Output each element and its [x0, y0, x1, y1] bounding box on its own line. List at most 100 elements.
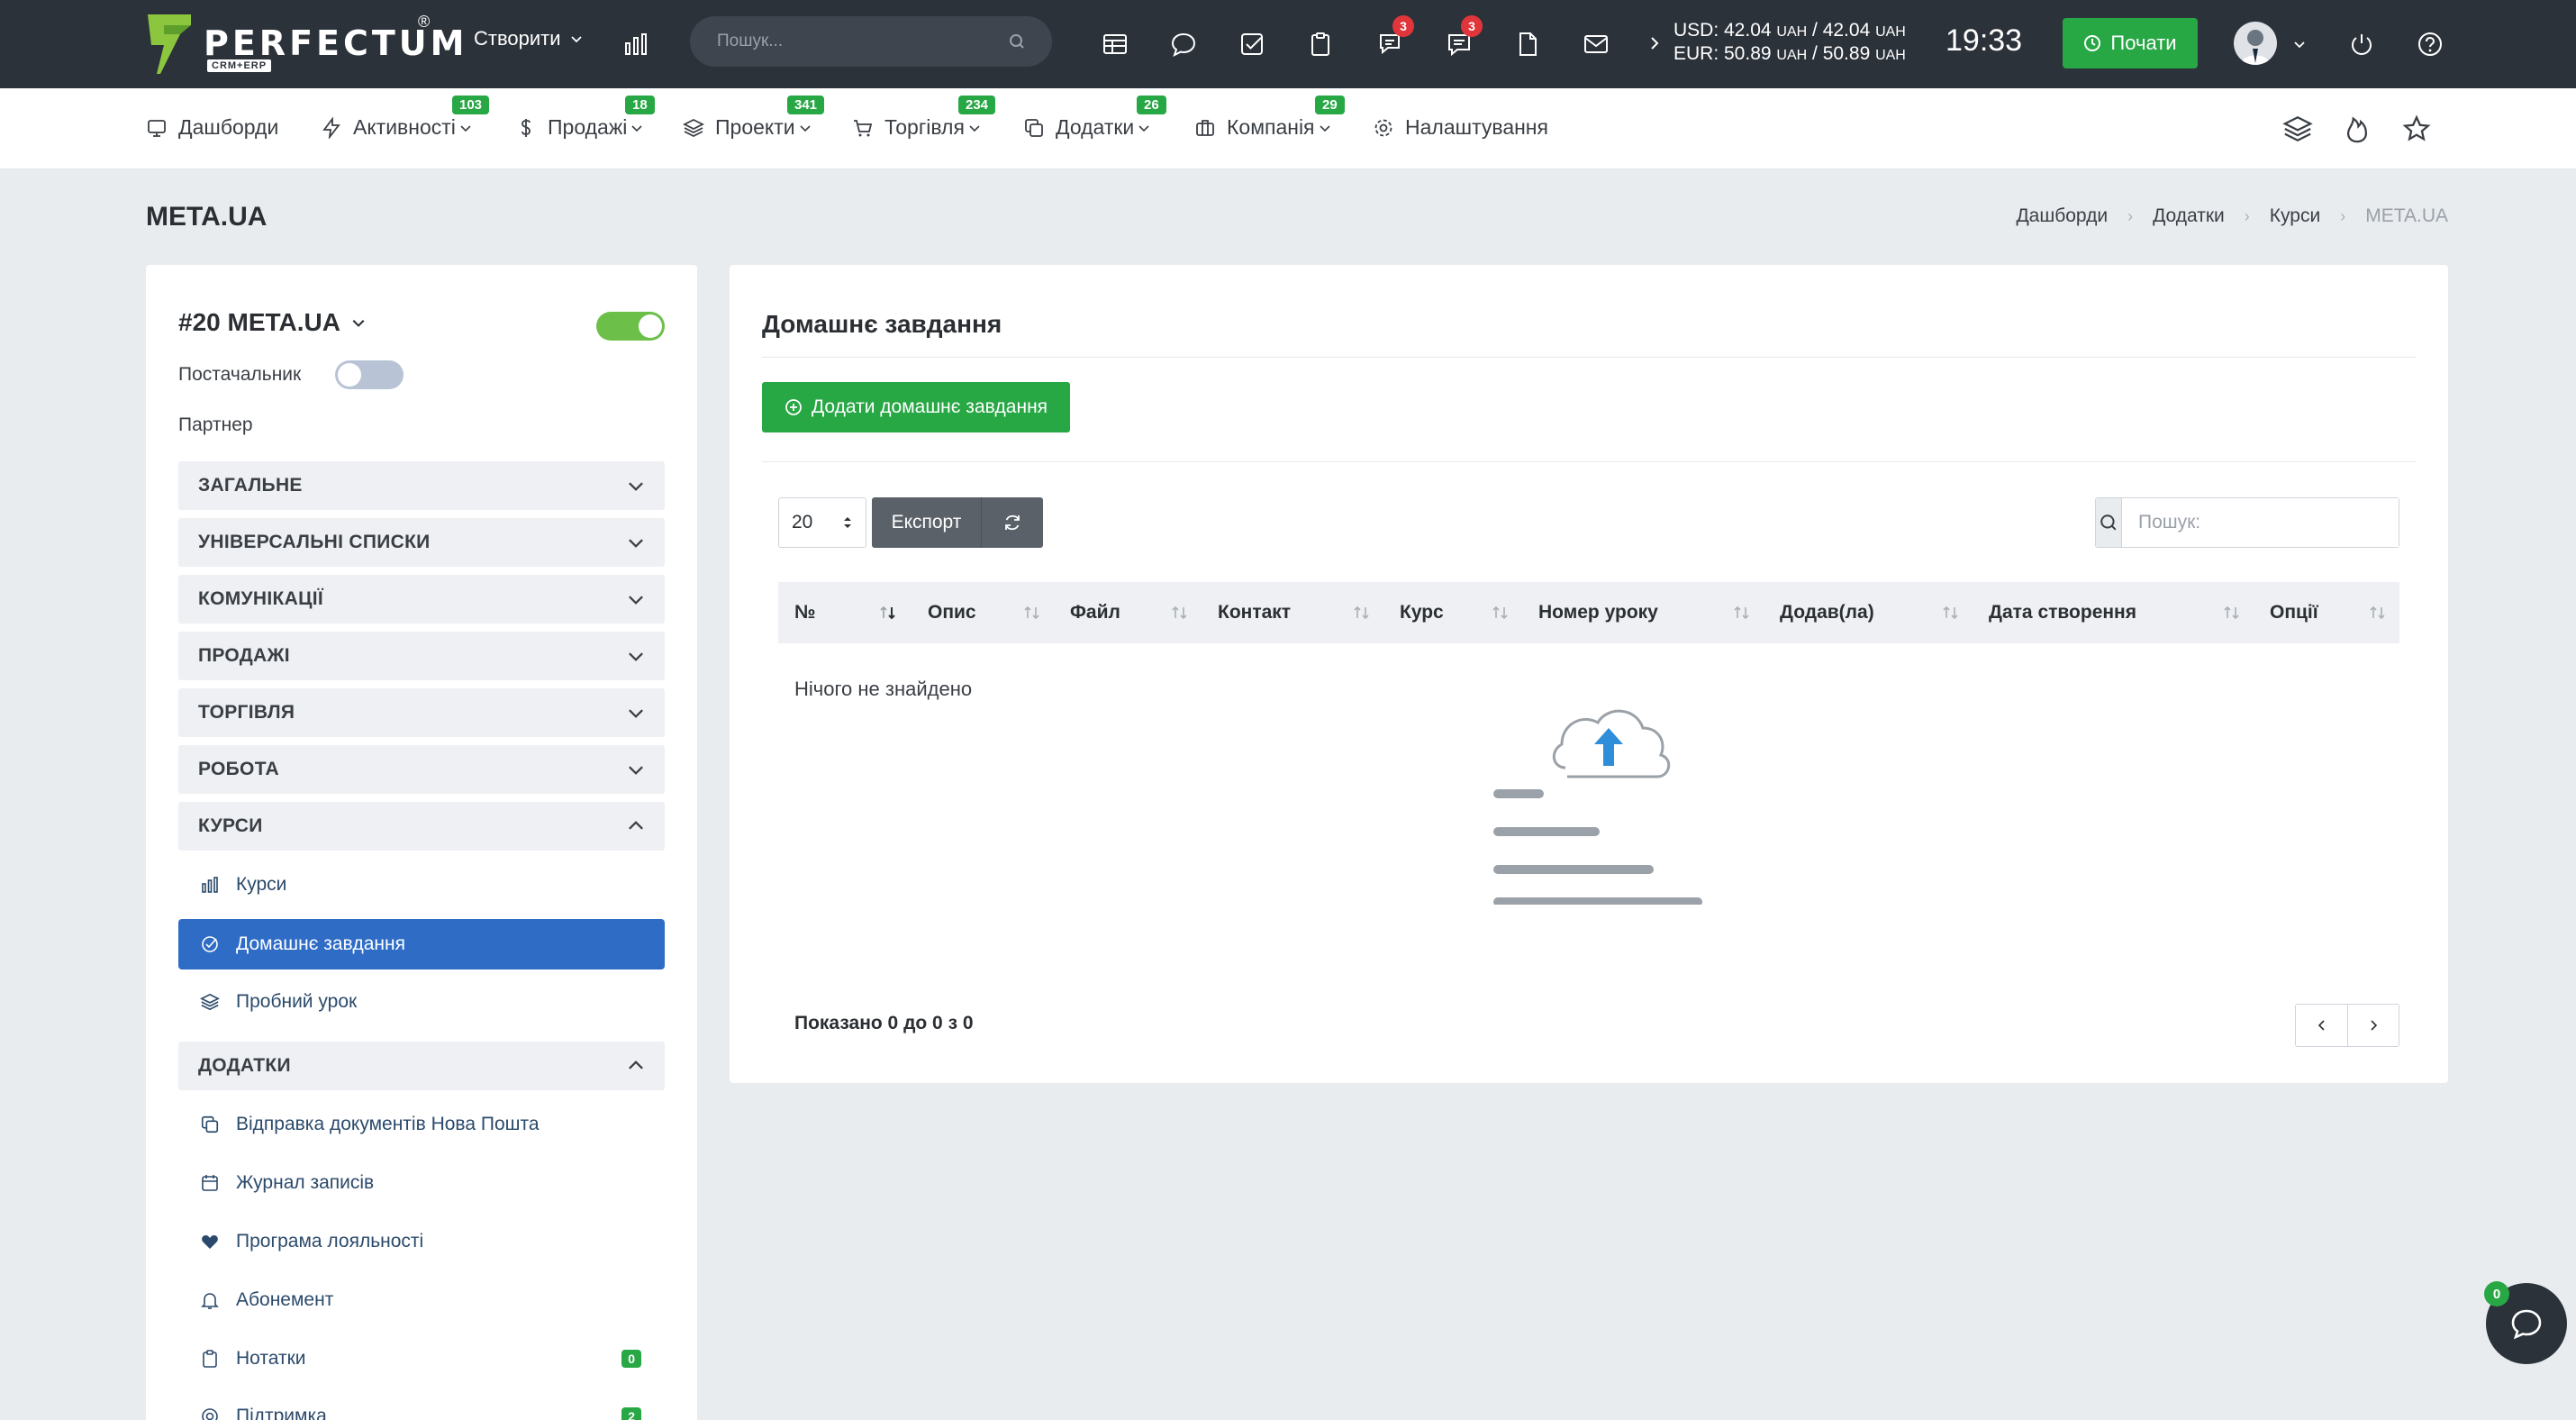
sort-icon[interactable] — [1351, 602, 1373, 624]
clipboard-icon[interactable] — [1302, 26, 1338, 62]
chat-bubbles-icon[interactable]: 3 — [1373, 15, 1414, 62]
contact-title[interactable]: #20 META.UA — [178, 308, 366, 337]
nav-projects[interactable]: Проекти 341 — [683, 96, 825, 140]
mail-icon[interactable] — [1578, 26, 1614, 62]
search-icon — [1010, 34, 1024, 49]
sort-icon[interactable] — [1940, 602, 1962, 624]
breadcrumb-courses[interactable]: Курси — [2270, 205, 2320, 227]
prev-page-button[interactable] — [2295, 1004, 2347, 1047]
sidebar-item-loyalty[interactable]: Програма лояльності — [178, 1216, 665, 1267]
section-sales[interactable]: ПРОДАЖІ — [178, 632, 665, 680]
logo-mark-icon — [148, 14, 191, 74]
chevron-down-icon — [629, 539, 643, 548]
col-number[interactable]: № — [794, 582, 815, 643]
chevron-down-icon[interactable] — [2293, 38, 2306, 50]
col-file[interactable]: Файл — [1070, 582, 1120, 643]
top-search-input[interactable] — [717, 32, 1009, 51]
bell-icon — [201, 1293, 219, 1309]
section-courses[interactable]: КУРСИ — [178, 802, 665, 851]
messages-icon[interactable]: 3 — [1441, 15, 1483, 62]
top-search[interactable] — [690, 16, 1052, 67]
avatar[interactable] — [2234, 22, 2277, 65]
start-timer-button[interactable]: Почати — [2063, 18, 2198, 68]
col-lesson-number[interactable]: Номер уроку — [1538, 582, 1658, 643]
page-size-select[interactable]: 20 — [778, 497, 866, 548]
table-search-input[interactable] — [2122, 498, 2399, 547]
sidebar-item-notes[interactable]: Нотатки 0 — [178, 1334, 665, 1384]
breadcrumb-dashboards[interactable]: Дашборди — [2016, 205, 2108, 227]
perfectum-logo[interactable]: PERFECTUM ® CRM+ERP — [144, 13, 464, 76]
section-trade[interactable]: ТОРГІВЛЯ — [178, 688, 665, 737]
nav-activities-label: Активності — [353, 115, 456, 139]
col-created-date[interactable]: Дата створення — [1989, 582, 2136, 643]
sidebar-item-trial-lesson[interactable]: Пробний урок — [178, 977, 665, 1027]
sort-icon[interactable] — [1021, 602, 1043, 624]
help-icon[interactable] — [2412, 26, 2448, 62]
card-title: Домашнє завдання — [762, 310, 1002, 338]
nav-settings-label: Налаштування — [1405, 115, 1548, 139]
power-icon[interactable] — [2344, 26, 2380, 62]
usd-unit-alt: UAH — [1875, 24, 1906, 40]
nav-sales[interactable]: Продажі 18 — [515, 96, 655, 140]
nav-activities[interactable]: Активності 103 — [321, 96, 490, 140]
sidebar-item-journal[interactable]: Журнал записів — [178, 1158, 665, 1208]
chevron-right-icon[interactable] — [1646, 30, 1664, 57]
nav-settings[interactable]: Налаштування — [1373, 115, 1548, 140]
nav-trade[interactable]: Торгівля 234 — [852, 96, 996, 140]
sidebar-item-subscription[interactable]: Абонемент — [178, 1275, 665, 1325]
document-icon[interactable] — [1510, 26, 1546, 62]
breadcrumb-addons[interactable]: Додатки — [2153, 205, 2225, 227]
export-button[interactable]: Експорт — [872, 497, 982, 548]
sort-icon[interactable] — [2221, 602, 2243, 624]
active-toggle[interactable] — [596, 312, 665, 341]
breadcrumb-current: META.UA — [2365, 205, 2448, 226]
homework-card: Домашнє завдання Додати домашнє завдання… — [730, 265, 2448, 1083]
comment-icon[interactable] — [1166, 26, 1202, 62]
table-icon[interactable] — [1097, 26, 1133, 62]
chevron-up-icon — [629, 1060, 643, 1070]
pagination — [2295, 1004, 2399, 1047]
col-contact[interactable]: Контакт — [1218, 582, 1291, 643]
chevron-right-icon — [2371, 1020, 2378, 1031]
add-homework-button[interactable]: Додати домашнє завдання — [762, 382, 1070, 432]
section-work[interactable]: РОБОТА — [178, 745, 665, 794]
layers-icon[interactable] — [2282, 114, 2313, 144]
refresh-button[interactable] — [982, 497, 1043, 548]
section-addons[interactable]: ДОДАТКИ — [178, 1042, 665, 1090]
flame-icon[interactable] — [2342, 114, 2372, 144]
sort-icon[interactable] — [1731, 602, 1753, 624]
clock: 19:33 — [1946, 23, 2023, 58]
sort-icon[interactable] — [1169, 602, 1191, 624]
col-options[interactable]: Опції — [2270, 582, 2318, 643]
create-menu-button[interactable]: Створити — [474, 27, 583, 50]
section-communications[interactable]: КОМУНІКАЦІЇ — [178, 575, 665, 624]
section-general[interactable]: ЗАГАЛЬНЕ — [178, 461, 665, 510]
usd-unit: UAH — [1776, 24, 1808, 40]
sidebar-item-courses[interactable]: Курси — [178, 860, 665, 910]
next-page-button[interactable] — [2347, 1004, 2399, 1047]
section-label: ЗАГАЛЬНЕ — [198, 475, 303, 496]
star-icon[interactable] — [2401, 114, 2432, 144]
col-course[interactable]: Курс — [1400, 582, 1444, 643]
sidebar-item-nova-poshta[interactable]: Відправка документів Нова Пошта — [178, 1099, 665, 1150]
nav-company[interactable]: Компанія 29 — [1194, 96, 1345, 140]
supplier-toggle[interactable] — [335, 360, 404, 389]
notes-count-badge: 0 — [621, 1350, 641, 1368]
eur-unit: UAH — [1776, 48, 1808, 63]
col-description[interactable]: Опис — [928, 582, 976, 643]
sort-desc-icon[interactable] — [877, 602, 899, 624]
usd-rate-alt: / 42.04 — [1807, 20, 1876, 41]
task-check-icon[interactable] — [1234, 26, 1270, 62]
sidebar-item-support[interactable]: Підтримка 2 — [178, 1391, 665, 1420]
dollar-icon — [522, 118, 531, 137]
col-added-by[interactable]: Додав(ла) — [1780, 582, 1874, 643]
sort-icon[interactable] — [1490, 602, 1511, 624]
nav-addons[interactable]: Додатки 26 — [1023, 96, 1166, 140]
sort-icon[interactable] — [2367, 602, 2389, 624]
section-label: УНІВЕРСАЛЬНІ СПИСКИ — [198, 532, 431, 552]
section-universal-lists[interactable]: УНІВЕРСАЛЬНІ СПИСКИ — [178, 518, 665, 567]
sidebar-item-homework[interactable]: Домашнє завдання — [178, 919, 665, 969]
stats-icon[interactable] — [618, 26, 654, 62]
nav-dashboards[interactable]: Дашборди — [146, 115, 278, 140]
top-bar: PERFECTUM ® CRM+ERP Створити 3 3 USD — [0, 0, 2576, 88]
